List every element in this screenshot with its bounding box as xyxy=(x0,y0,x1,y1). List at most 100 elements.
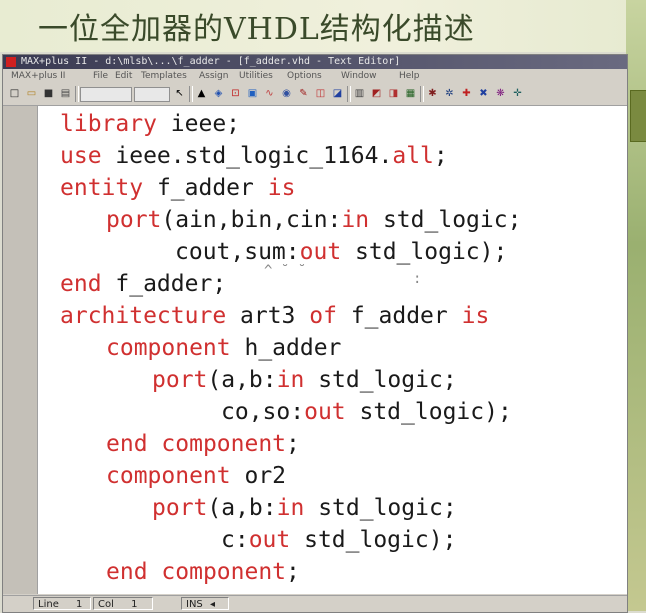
window-title: MAX+plus II - d:\mlsb\...\f_adder - [f_a… xyxy=(21,56,401,67)
status-bar: Line 1 Col 1 INS ◂ xyxy=(3,595,627,612)
menu-file[interactable]: File xyxy=(93,69,108,83)
slide-title: 一位全加器的VHDL结构化描述 xyxy=(38,12,475,47)
menu-utilities[interactable]: Utilities xyxy=(239,69,273,83)
status-col: Col 1 xyxy=(93,597,153,610)
code-keyword: is xyxy=(267,175,296,201)
code-text: (a,b: xyxy=(207,367,277,393)
code-text: ; xyxy=(433,143,448,169)
tool-c-icon[interactable]: ❋ xyxy=(493,86,508,101)
window-titlebar[interactable]: MAX+plus II - d:\mlsb\...\f_adder - [f_a… xyxy=(3,55,627,69)
menu-bar: MAX+plus II File Edit Templates Assign Utilit… xyxy=(3,69,627,83)
size-select[interactable] xyxy=(134,87,170,102)
code-keyword: out xyxy=(304,399,346,425)
menu-edit[interactable]: Edit xyxy=(115,69,132,83)
code-text: ieee.std_logic_1164. xyxy=(101,143,393,169)
simulator-icon[interactable]: ✎ xyxy=(296,86,311,101)
code-text: (ain,bin,cin: xyxy=(161,207,342,233)
code-line: end f_adder; xyxy=(60,268,226,300)
code-line: c:out std_logic); xyxy=(221,524,456,556)
open-icon[interactable]: ▭ xyxy=(24,86,39,101)
menu-templates[interactable]: Templates xyxy=(141,69,187,83)
font-select[interactable] xyxy=(80,87,132,102)
start-sim-icon[interactable]: ✲ xyxy=(442,86,457,101)
code-keyword: entity xyxy=(60,175,144,201)
code-line: end component; xyxy=(106,556,300,588)
code-keyword: end xyxy=(60,271,102,297)
floorplan-icon[interactable]: ◈ xyxy=(211,86,226,101)
new-icon[interactable]: □ xyxy=(7,86,22,101)
compiler-icon[interactable]: ◉ xyxy=(279,86,294,101)
save-check-icon[interactable]: ◩ xyxy=(369,86,384,101)
menu-window[interactable]: Window xyxy=(341,69,377,83)
editor-window: MAX+plus II - d:\mlsb\...\f_adder - [f_a… xyxy=(2,54,628,613)
waveform-icon[interactable]: ∿ xyxy=(262,86,277,101)
code-keyword: end xyxy=(106,559,148,585)
code-text: ieee; xyxy=(156,111,241,137)
code-line: library ieee; xyxy=(60,108,240,140)
code-text: co,so: xyxy=(221,399,305,425)
code-keyword: use xyxy=(60,143,102,169)
code-text: std_logic; xyxy=(369,207,522,233)
editor-gutter xyxy=(3,106,38,594)
start-compile-icon[interactable]: ✱ xyxy=(425,86,440,101)
symbol-editor-icon[interactable]: ⊡ xyxy=(228,86,243,101)
text-editor-icon[interactable]: ▣ xyxy=(245,86,260,101)
code-line: use ieee.std_logic_1164.all; xyxy=(60,140,448,172)
status-mode-label: INS xyxy=(186,599,203,610)
code-text: std_logic; xyxy=(304,495,457,521)
mode-dropdown-icon[interactable]: ◂ xyxy=(210,599,215,610)
code-keyword: all xyxy=(392,143,434,169)
timing-analyzer-icon[interactable]: ◫ xyxy=(313,86,328,101)
code-keyword: port xyxy=(152,367,208,393)
menu-assign[interactable]: Assign xyxy=(199,69,228,83)
menu-help[interactable]: Help xyxy=(399,69,420,83)
code-text: f_adder xyxy=(143,175,268,201)
code-editor[interactable]: ^ ˘ ˘ : library ieee; use ieee.std_logic_… xyxy=(38,106,627,594)
background-thumbnail xyxy=(630,90,646,142)
status-col-value: 1 xyxy=(131,599,138,610)
save-simulate-icon[interactable]: ▦ xyxy=(403,86,418,101)
code-text: h_adder xyxy=(230,335,342,361)
code-line: end component; xyxy=(106,428,300,460)
status-mode: INS ◂ xyxy=(181,597,229,610)
save-icon[interactable]: ■ xyxy=(41,86,56,101)
toolbar-separator xyxy=(75,86,79,102)
code-line: port(ain,bin,cin:in std_logic; xyxy=(106,204,521,236)
code-text: or2 xyxy=(230,463,287,489)
code-keyword: out xyxy=(248,527,291,553)
code-keyword: library xyxy=(60,111,157,137)
status-line-label: Line xyxy=(38,599,59,610)
code-keyword: in xyxy=(276,495,305,521)
code-keyword: port xyxy=(152,495,208,521)
tool-b-icon[interactable]: ✖ xyxy=(476,86,491,101)
hierarchy-icon[interactable]: ▲ xyxy=(194,86,209,101)
code-text: (a,b: xyxy=(207,495,277,521)
code-keyword: is xyxy=(461,303,490,329)
toolbar-separator xyxy=(189,86,193,102)
code-text: f_adder; xyxy=(101,271,227,297)
open-project-icon[interactable]: ▥ xyxy=(352,86,367,101)
menu-max-plus-ii[interactable]: MAX+plus II xyxy=(11,69,65,83)
code-text: std_logic); xyxy=(290,527,457,553)
code-text: f_adder xyxy=(336,303,462,329)
code-line: port(a,b:in std_logic; xyxy=(152,492,457,524)
tool-d-icon[interactable]: ✛ xyxy=(510,86,525,101)
print-icon[interactable]: ▤ xyxy=(58,86,73,101)
save-compile-icon[interactable]: ◨ xyxy=(386,86,401,101)
code-keyword: of xyxy=(309,303,337,329)
code-line: entity f_adder is xyxy=(60,172,295,204)
cursor-artifact: : xyxy=(413,271,422,287)
code-line: cout,sum:out std_logic); xyxy=(175,236,507,268)
slide-title-bar: 一位全加器的VHDL结构化描述 xyxy=(0,0,646,52)
programmer-icon[interactable]: ◪ xyxy=(330,86,345,101)
status-line-value: 1 xyxy=(76,599,83,610)
toolbar: □ ▭ ■ ▤ ↖ ▲ ◈ ⊡ ▣ ∿ ◉ ✎ ◫ ◪ ▥ ◩ ◨ ▦ ✱ ✲ ✚ ✖ ❋ ✛ xyxy=(3,83,627,106)
code-line: port(a,b:in std_logic; xyxy=(152,364,457,396)
menu-options[interactable]: Options xyxy=(287,69,322,83)
help-pointer-icon[interactable]: ↖ xyxy=(172,86,187,101)
tool-a-icon[interactable]: ✚ xyxy=(459,86,474,101)
code-text: std_logic); xyxy=(345,399,512,425)
code-line: co,so:out std_logic); xyxy=(221,396,512,428)
code-line: component or2 xyxy=(106,460,286,492)
app-icon[interactable] xyxy=(6,57,16,67)
